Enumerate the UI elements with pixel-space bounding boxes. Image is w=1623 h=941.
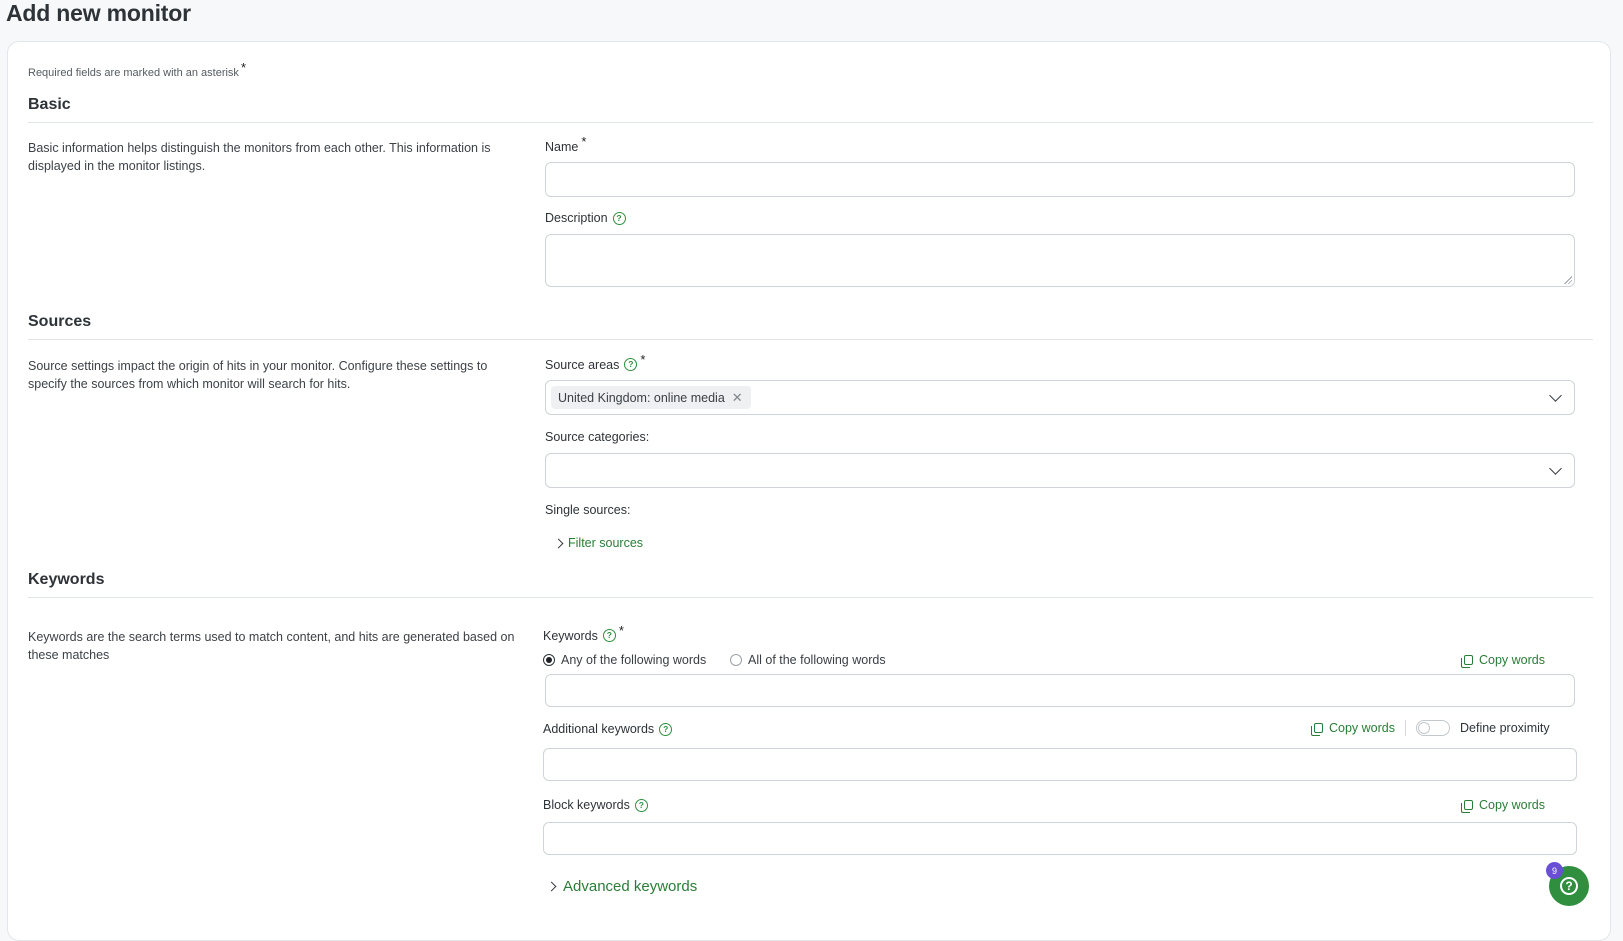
- radio-all[interactable]: [730, 654, 742, 666]
- monitor-form-card: Required fields are marked with an aster…: [7, 41, 1611, 941]
- chevron-down-icon[interactable]: [1549, 462, 1562, 475]
- divider: [1405, 720, 1406, 736]
- section-divider: [28, 597, 1593, 598]
- copy-words-button[interactable]: Copy words: [1461, 798, 1545, 813]
- copy-icon: [1461, 655, 1473, 668]
- keywords-input[interactable]: [545, 674, 1575, 707]
- required-fields-note: Required fields are marked with an aster…: [28, 60, 246, 79]
- source-categories-select[interactable]: [545, 453, 1575, 488]
- help-icon[interactable]: ?: [624, 358, 638, 371]
- source-area-tag: United Kingdom: online media ✕: [551, 386, 751, 409]
- chevron-right-icon: [553, 538, 564, 548]
- section-divider: [28, 339, 1593, 340]
- notification-badge: 9: [1546, 862, 1563, 879]
- copy-icon: [1461, 800, 1473, 813]
- radio-any[interactable]: [543, 654, 555, 666]
- question-icon: ?: [1560, 877, 1578, 895]
- additional-keywords-input[interactable]: [543, 748, 1577, 781]
- resize-handle-icon[interactable]: [1564, 276, 1572, 284]
- keyword-mode-any[interactable]: Any of the following words: [543, 653, 706, 667]
- page-title: Add new monitor: [6, 0, 191, 26]
- single-sources-label: Single sources:: [545, 503, 631, 517]
- keyword-mode-all[interactable]: All of the following words: [730, 653, 886, 667]
- name-input[interactable]: [545, 162, 1575, 197]
- copy-words-button[interactable]: Copy words: [1461, 653, 1545, 668]
- keywords-description: Keywords are the search terms used to ma…: [28, 630, 515, 662]
- source-categories-label: Source categories:: [545, 430, 650, 444]
- section-title-basic: Basic: [28, 96, 71, 113]
- copy-words-button[interactable]: Copy words: [1311, 721, 1395, 736]
- block-keywords-label: Block keywords ?: [543, 798, 648, 812]
- description-textarea[interactable]: [545, 234, 1575, 287]
- additional-keywords-actions: Copy words Define proximity: [1311, 720, 1550, 736]
- help-icon[interactable]: ?: [634, 798, 648, 812]
- copy-icon: [1311, 723, 1323, 736]
- define-proximity-label: Define proximity: [1460, 721, 1550, 735]
- section-divider: [28, 122, 1593, 123]
- filter-sources-toggle[interactable]: Filter sources: [553, 536, 643, 550]
- close-icon[interactable]: ✕: [732, 390, 743, 406]
- define-proximity-toggle[interactable]: [1416, 720, 1450, 736]
- source-areas-label: Source areas ? *: [545, 352, 646, 372]
- help-icon[interactable]: ?: [659, 722, 673, 736]
- basic-description: Basic information helps distinguish the …: [28, 141, 491, 173]
- help-icon[interactable]: ?: [602, 629, 616, 642]
- section-title-sources: Sources: [28, 313, 92, 330]
- block-keywords-input[interactable]: [543, 822, 1577, 855]
- sources-description: Source settings impact the origin of hit…: [28, 359, 488, 391]
- keywords-label: Keywords ? *: [543, 623, 624, 643]
- chevron-right-icon: [546, 881, 557, 892]
- description-label: Description ?: [545, 211, 626, 225]
- advanced-keywords-toggle[interactable]: Advanced keywords: [546, 878, 697, 895]
- source-areas-select[interactable]: United Kingdom: online media ✕: [545, 380, 1575, 415]
- additional-keywords-label: Additional keywords ?: [543, 722, 673, 736]
- help-icon[interactable]: ?: [612, 211, 626, 225]
- chevron-down-icon[interactable]: [1549, 389, 1562, 402]
- section-title-keywords: Keywords: [28, 571, 105, 588]
- name-label: Name *: [545, 134, 587, 154]
